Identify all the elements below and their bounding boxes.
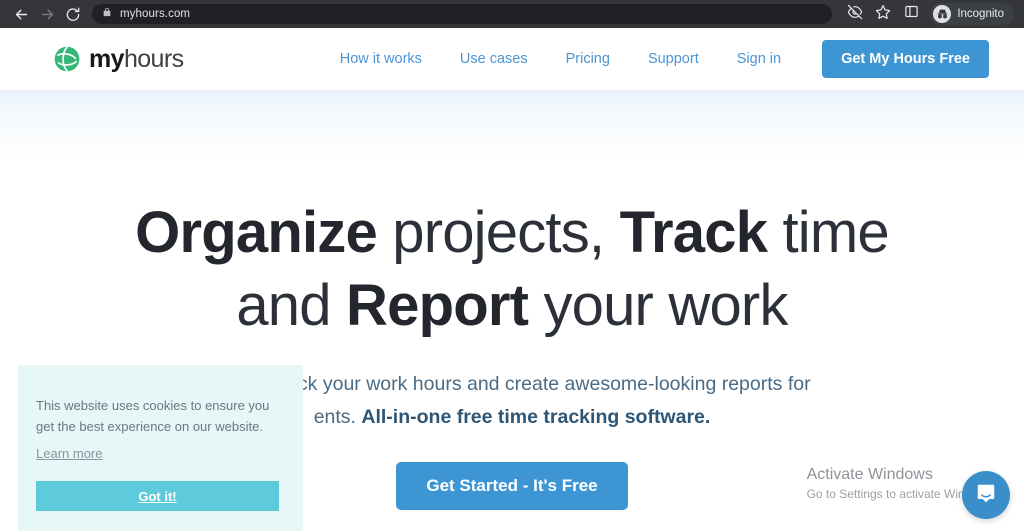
site-logo[interactable]: myhours: [54, 44, 184, 74]
url-text: myhours.com: [120, 8, 191, 20]
headline-text-your-work: your work: [528, 273, 788, 338]
header-cta-button[interactable]: Get My Hours Free: [822, 40, 989, 78]
arrow-right-icon: [39, 6, 56, 23]
nav-item-support[interactable]: Support: [629, 51, 718, 67]
tracking-protection-button[interactable]: [842, 1, 868, 27]
eye-off-icon: [847, 4, 863, 25]
reload-button[interactable]: [60, 1, 86, 27]
headline-text-time: time: [767, 200, 889, 265]
logo-text-bold: my: [89, 44, 125, 73]
cookie-learn-more-link[interactable]: Learn more: [36, 446, 102, 461]
bookmark-button[interactable]: [870, 1, 896, 27]
nav-item-use-cases[interactable]: Use cases: [441, 51, 547, 67]
main-navigation: How it works Use cases Pricing Support S…: [321, 40, 1024, 78]
page-title: Organize projects, Track time and Report…: [0, 196, 1024, 342]
side-panel-button[interactable]: [898, 1, 924, 27]
headline-text-projects: projects,: [376, 200, 620, 265]
browser-window: myhours.com Incognito myhours How it wor…: [0, 0, 1024, 531]
address-bar[interactable]: myhours.com: [92, 4, 832, 24]
myhours-globe-logo-icon: [54, 46, 80, 72]
cookie-message: This website uses cookies to ensure you …: [36, 398, 270, 434]
browser-actions: Incognito: [842, 1, 1016, 27]
chat-launcher-button[interactable]: [962, 471, 1010, 519]
headline-word-organize: Organize: [135, 200, 378, 265]
incognito-avatar-icon: [933, 5, 952, 23]
nav-item-pricing[interactable]: Pricing: [547, 51, 629, 67]
logo-wordmark: myhours: [89, 44, 184, 74]
nav-item-how-it-works[interactable]: How it works: [321, 51, 441, 67]
browser-toolbar: myhours.com Incognito: [0, 0, 1024, 28]
subtitle-line-2-bold: All-in-one free time tracking software.: [361, 406, 711, 428]
reload-icon: [65, 6, 81, 22]
headline-word-report: Report: [346, 273, 529, 338]
nav-item-sign-in[interactable]: Sign in: [718, 51, 800, 67]
headline-word-track: Track: [619, 200, 768, 265]
profile-label: Incognito: [957, 8, 1004, 20]
cookie-consent-banner: This website uses cookies to ensure you …: [18, 365, 303, 531]
forward-button[interactable]: [34, 1, 60, 27]
chat-bubble-icon: [975, 482, 997, 509]
headline-text-and: and: [236, 273, 347, 338]
logo-text-light: hours: [123, 44, 184, 73]
hero-cta-button[interactable]: Get Started - It's Free: [396, 462, 628, 510]
cookie-accept-button[interactable]: Got it!: [36, 481, 279, 511]
arrow-left-icon: [13, 6, 30, 23]
star-icon: [875, 4, 891, 25]
side-panel-icon: [904, 4, 919, 24]
profile-button[interactable]: Incognito: [930, 3, 1014, 25]
lock-icon: [102, 5, 112, 23]
subtitle-line-2-normal: ents.: [313, 406, 362, 428]
site-header: myhours How it works Use cases Pricing S…: [0, 28, 1024, 91]
back-button[interactable]: [8, 1, 34, 27]
